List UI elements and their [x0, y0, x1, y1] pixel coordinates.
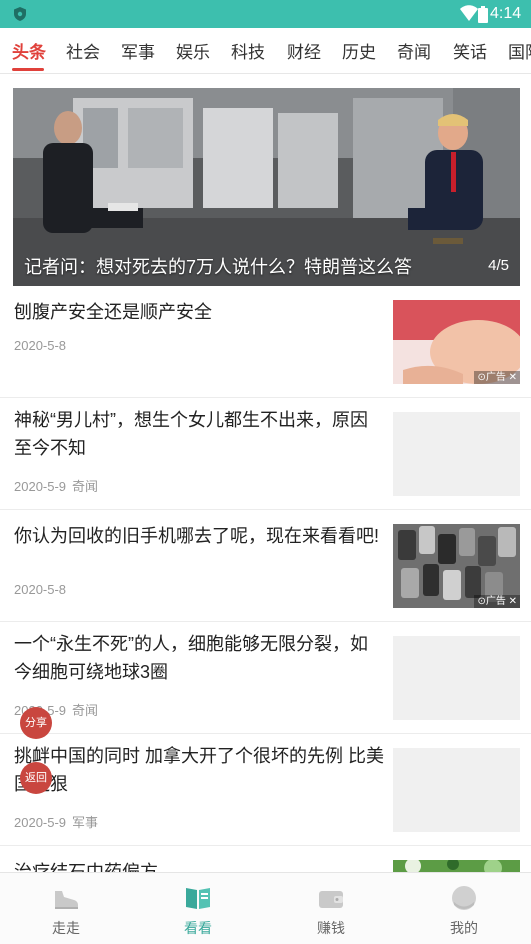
list-item[interactable]: 刨腹产安全还是顺产安全 2020-5-8 ⊙广告 ✕ [0, 286, 531, 398]
article-meta: 2020-5-9 奇闻 [14, 476, 98, 495]
article-thumbnail[interactable] [393, 860, 520, 872]
article-thumbnail-placeholder[interactable] [393, 412, 520, 496]
wifi-icon [460, 5, 478, 21]
wallet-icon [319, 891, 343, 908]
article-thumbnail-placeholder[interactable] [393, 636, 520, 720]
article-title[interactable]: 治疗结石中药偏方 [14, 858, 384, 872]
banner-title[interactable]: 记者问：想对死去的7万人说什么？特朗普这么答 [24, 253, 412, 279]
herb-image [393, 860, 520, 872]
nav-label: 赚钱 [317, 920, 345, 936]
ad-label[interactable]: ⊙广告 ✕ [474, 371, 520, 384]
article-tag: 奇闻 [72, 479, 99, 494]
article-title[interactable]: 挑衅中国的同时 加拿大开了个很坏的先例 比美国还狠 [14, 742, 384, 798]
article-title[interactable]: 刨腹产安全还是顺产安全 [14, 298, 384, 326]
article-meta: 2020-5-8 [14, 338, 66, 353]
tab-guoji[interactable]: 国际 [508, 38, 531, 63]
bottom-navigation: 走走 看看 赚钱 我的 [0, 872, 531, 944]
share-button[interactable]: 分享 [20, 707, 52, 739]
back-button[interactable]: 返回 [20, 762, 52, 794]
book-icon [186, 888, 210, 909]
nav-kankan[interactable]: 看看 [132, 873, 264, 944]
nav-label: 走走 [52, 920, 80, 936]
nav-wode[interactable]: 我的 [398, 873, 530, 944]
article-date: 2020-5-8 [14, 582, 67, 597]
article-date: 2020-5-8 [14, 338, 67, 353]
banner-carousel[interactable]: 记者问：想对死去的7万人说什么？特朗普这么答 4/5 [13, 88, 520, 286]
list-item[interactable]: 一个“永生不死”的人，细胞能够无限分裂，如今细胞可绕地球3圈 2020-5-9奇… [0, 622, 531, 734]
article-date: 2020-5-9 [14, 479, 67, 494]
status-time: 4:14 [490, 5, 522, 22]
article-date: 2020-5-9 [14, 815, 67, 830]
article-title[interactable]: 神秘“男儿村”，想生个女儿都生不出来，原因至今不知 [14, 406, 384, 462]
shield-icon [14, 7, 26, 21]
nav-zhuanqian[interactable]: 赚钱 [265, 873, 397, 944]
tab-keji[interactable]: 科技 [231, 38, 265, 63]
list-item[interactable]: 你认为回收的旧手机哪去了呢，现在来看看吧! 2020-5-8 ⊙广告 ✕ [0, 510, 531, 622]
article-tag: 军事 [72, 815, 99, 830]
article-meta: 2020-5-8 [14, 582, 66, 597]
article-meta: 2020-5-9 军事 [14, 812, 98, 831]
tab-xiaohua[interactable]: 笑话 [453, 38, 487, 63]
ad-label[interactable]: ⊙广告 ✕ [474, 595, 520, 608]
active-tab-indicator [12, 68, 44, 71]
status-bar: 4:14 [0, 0, 531, 28]
tab-lishi[interactable]: 历史 [342, 38, 376, 63]
category-tabs: 头条 社会 军事 娱乐 科技 财经 历史 奇闻 笑话 国际 [0, 28, 531, 74]
article-tag: 奇闻 [72, 703, 99, 718]
banner-page-counter: 4/5 [488, 257, 509, 274]
article-thumbnail[interactable]: ⊙广告 ✕ [393, 524, 520, 608]
list-item[interactable]: 神秘“男儿村”，想生个女儿都生不出来，原因至今不知 2020-5-9 奇闻 [0, 398, 531, 510]
battery-icon [478, 6, 488, 23]
list-item[interactable]: 挑衅中国的同时 加拿大开了个很坏的先例 比美国还狠 2020-5-9 军事 [0, 734, 531, 846]
profile-icon [452, 886, 476, 910]
article-thumbnail[interactable]: ⊙广告 ✕ [393, 300, 520, 384]
tab-junshi[interactable]: 军事 [121, 38, 155, 63]
article-title[interactable]: 你认为回收的旧手机哪去了呢，现在来看看吧! [14, 522, 384, 550]
tab-shehui[interactable]: 社会 [66, 38, 100, 63]
article-title[interactable]: 一个“永生不死”的人，细胞能够无限分裂，如今细胞可绕地球3圈 [14, 630, 384, 686]
tab-yule[interactable]: 娱乐 [176, 38, 210, 63]
list-item[interactable]: 治疗结石中药偏方 [0, 846, 531, 872]
tab-qiwen[interactable]: 奇闻 [397, 38, 431, 63]
nav-label: 看看 [184, 920, 212, 936]
article-thumbnail-placeholder[interactable] [393, 748, 520, 832]
nav-label: 我的 [450, 920, 478, 936]
tab-toutiao[interactable]: 头条 [12, 38, 46, 63]
nav-zouzou[interactable]: 走走 [0, 873, 132, 944]
shoe-icon [55, 891, 78, 909]
tab-caijing[interactable]: 财经 [287, 38, 321, 63]
